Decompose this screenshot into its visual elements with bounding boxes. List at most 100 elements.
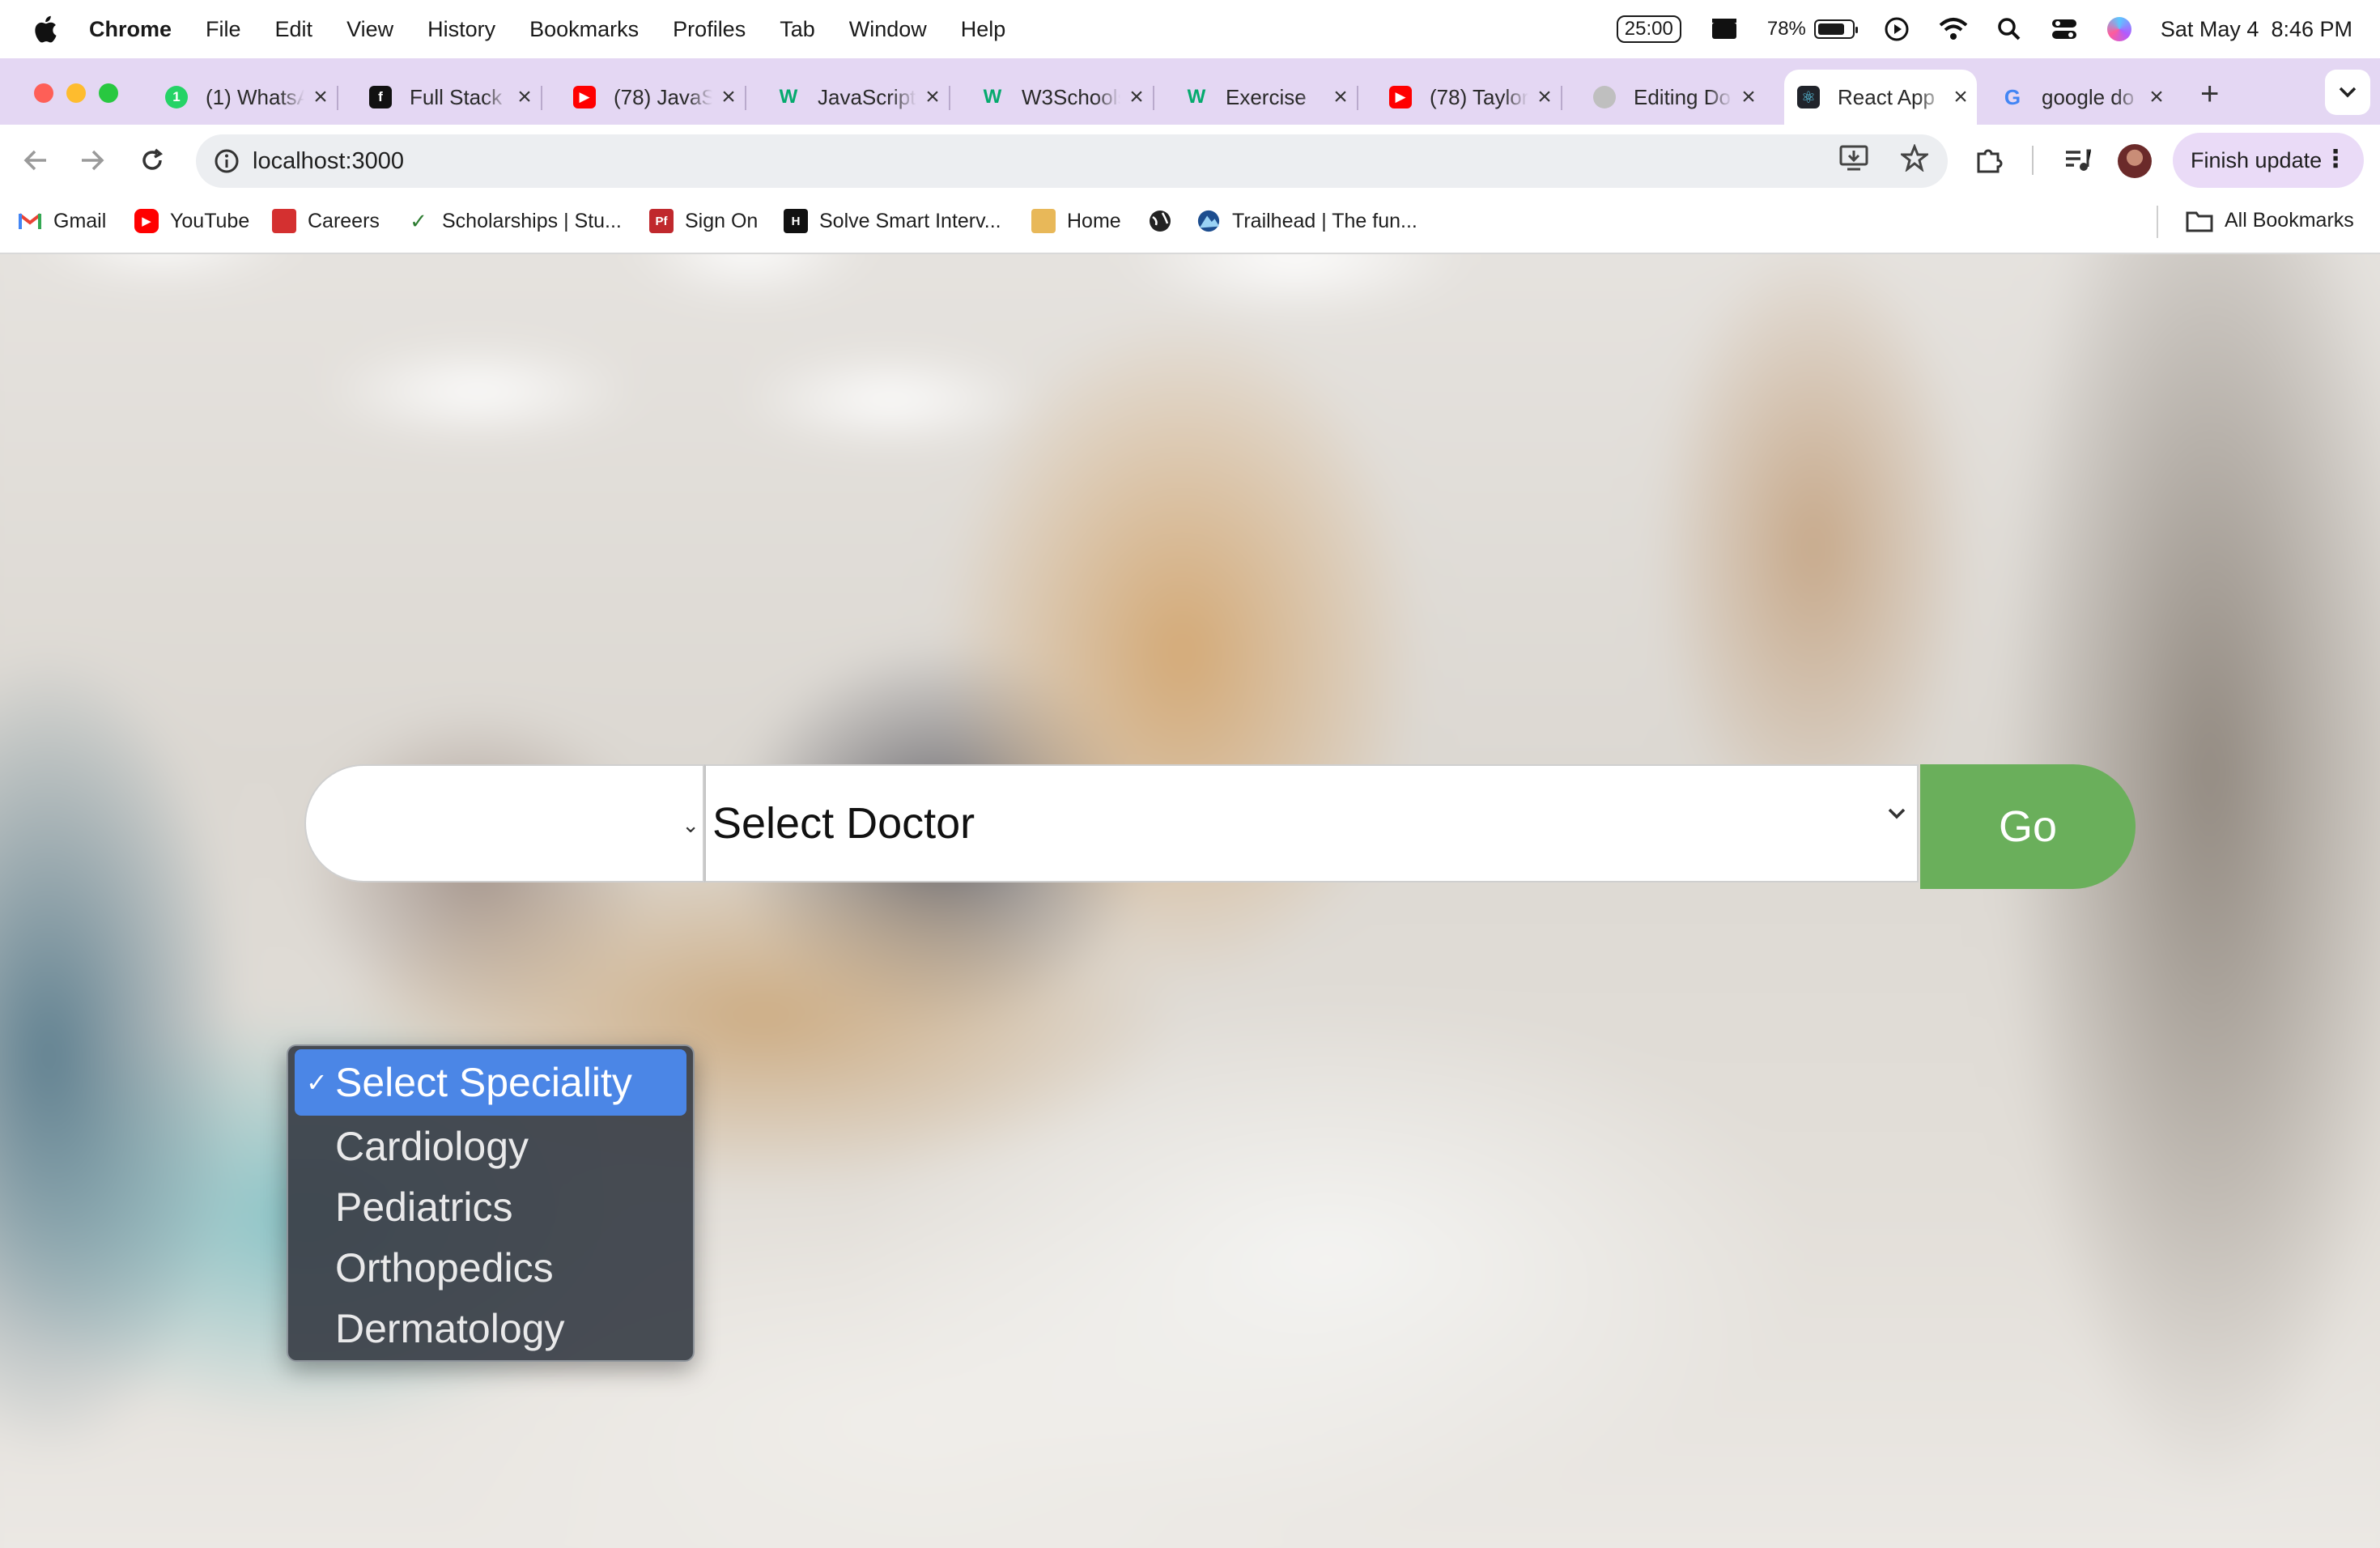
bookmark-star-icon[interactable] — [1901, 144, 1928, 172]
speciality-option-orthopedics[interactable]: Orthopedics — [295, 1237, 686, 1298]
tab-title: Editing Do — [1634, 84, 1731, 109]
bookmark-careers[interactable]: Careers — [272, 209, 380, 233]
tab-close-icon[interactable]: × — [1732, 83, 1765, 111]
site-info-icon[interactable] — [210, 145, 243, 177]
menu-app-name[interactable]: Chrome — [89, 17, 172, 42]
finish-update-button[interactable]: Finish update ⋮ — [2173, 133, 2364, 188]
extensions-icon[interactable] — [1975, 146, 2004, 175]
tab-youtube-javascript[interactable]: ▶ (78) JavaScript × — [560, 70, 746, 125]
youtube-icon: ▶ — [134, 209, 159, 233]
media-controls-icon[interactable] — [2063, 146, 2092, 175]
arrow-left-icon — [23, 150, 46, 171]
speciality-dropdown-menu: ✓ Select Speciality Cardiology Pediatric… — [287, 1044, 695, 1362]
browser-toolbar: localhost:3000 Finish update ⋮ — [0, 125, 2380, 194]
bookmark-globe[interactable] — [1148, 209, 1184, 233]
bookmark-sign-on[interactable]: Pf Sign On — [649, 209, 758, 233]
google-icon: G — [2004, 84, 2021, 109]
tab-search-button[interactable] — [2325, 70, 2370, 115]
all-bookmarks-button[interactable]: All Bookmarks — [2186, 209, 2354, 232]
menu-view[interactable]: View — [346, 17, 393, 42]
tab-close-icon[interactable]: × — [304, 83, 337, 111]
back-button[interactable] — [18, 142, 53, 178]
github-icon — [1593, 86, 1616, 108]
tab-full-stack[interactable]: f Full Stack × — [356, 70, 542, 125]
youtube-icon: ▶ — [573, 86, 596, 108]
tab-close-icon[interactable]: × — [712, 83, 745, 111]
apple-icon[interactable] — [31, 14, 58, 45]
play-icon[interactable] — [1884, 16, 1910, 42]
timer-status[interactable]: 25:00 — [1616, 15, 1681, 43]
wifi-icon[interactable] — [1939, 17, 1968, 41]
interview-icon: H — [784, 209, 808, 233]
forward-button[interactable] — [74, 142, 110, 178]
zoom-window-button[interactable] — [99, 83, 118, 103]
tab-close-icon[interactable]: × — [2140, 83, 2173, 111]
bookmark-youtube[interactable]: ▶ YouTube — [134, 209, 249, 233]
bookmark-solve-smart-interview[interactable]: H Solve Smart Interv... — [784, 209, 1001, 233]
go-button[interactable]: Go — [1920, 764, 2136, 889]
control-center-icon[interactable] — [2051, 17, 2078, 41]
speciality-option-cardiology[interactable]: Cardiology — [295, 1116, 686, 1176]
new-tab-button[interactable]: + — [2200, 76, 2219, 113]
siri-icon[interactable] — [2106, 17, 2131, 41]
tab-react-app[interactable]: ⚛ React App × — [1784, 70, 1977, 125]
speciality-option-select-speciality[interactable]: ✓ Select Speciality — [295, 1049, 686, 1116]
tab-youtube-taylor[interactable]: ▶ (78) Taylor × — [1376, 70, 1562, 125]
tab-github-editing[interactable]: Editing Do × — [1580, 70, 1765, 125]
clapper-icon[interactable] — [1711, 18, 1738, 40]
speciality-option-dermatology[interactable]: Dermatology — [295, 1298, 686, 1359]
arrow-right-icon — [82, 150, 104, 171]
macos-menu-bar: Chrome File Edit View History Bookmarks … — [0, 0, 2380, 58]
tab-title: (78) Taylor — [1430, 84, 1528, 109]
battery-icon — [1813, 19, 1858, 39]
chevron-down-icon — [2339, 87, 2357, 98]
bookmark-gmail[interactable]: Gmail — [18, 209, 106, 233]
menu-history[interactable]: History — [427, 17, 495, 42]
tab-close-icon[interactable]: × — [1944, 83, 1977, 111]
tab-w3schools[interactable]: W W3Schools × — [968, 70, 1154, 125]
bookmark-scholarships[interactable]: ✓ Scholarships | Stu... — [406, 209, 622, 233]
tab-close-icon[interactable]: × — [1120, 83, 1153, 111]
tab-title: Exercise — [1226, 84, 1307, 109]
profile-avatar[interactable] — [2118, 144, 2152, 178]
tab-title: W3Schools — [1022, 84, 1120, 109]
bookmarks-bar: Gmail ▶ YouTube Careers ✓ Scholarships |… — [0, 194, 2380, 254]
bookmark-trailhead[interactable]: Trailhead | The fun... — [1196, 209, 1417, 233]
tab-google-docs[interactable]: G google do × — [1988, 70, 2173, 125]
spotlight-search-icon[interactable] — [1997, 17, 2021, 41]
box-icon — [1031, 209, 1056, 233]
menu-help[interactable]: Help — [961, 17, 1006, 42]
tab-title: React App — [1838, 84, 1935, 109]
more-menu-icon[interactable]: ⋮ — [2323, 146, 2348, 173]
menu-file[interactable]: File — [206, 17, 241, 42]
tab-title: Full Stack — [410, 84, 503, 109]
folder-icon — [2186, 211, 2213, 232]
minimize-window-button[interactable] — [66, 83, 86, 103]
tab-close-icon[interactable]: × — [1324, 83, 1357, 111]
battery-status[interactable]: 78% — [1767, 18, 1858, 40]
tab-close-icon[interactable]: × — [508, 83, 541, 111]
reload-button[interactable] — [134, 142, 170, 178]
finish-update-label: Finish update — [2191, 147, 2323, 172]
menubar-datetime[interactable]: Sat May 4 8:46 PM — [2161, 17, 2352, 42]
tab-w3schools-javascript[interactable]: W JavaScript × — [764, 70, 950, 125]
address-bar[interactable]: localhost:3000 — [196, 134, 1948, 188]
tab-exercise[interactable]: W Exercise × — [1172, 70, 1358, 125]
menu-tab[interactable]: Tab — [780, 17, 815, 42]
menu-bookmarks[interactable]: Bookmarks — [529, 17, 639, 42]
install-app-icon[interactable] — [1839, 144, 1868, 172]
speciality-option-pediatrics[interactable]: Pediatrics — [295, 1176, 686, 1237]
speciality-select[interactable]: ⌄ — [304, 764, 704, 882]
close-window-button[interactable] — [34, 83, 53, 103]
tab-close-icon[interactable]: × — [916, 83, 949, 111]
menu-edit[interactable]: Edit — [275, 17, 313, 42]
react-icon: ⚛ — [1797, 86, 1820, 108]
bookmark-home[interactable]: Home — [1031, 209, 1121, 233]
menu-profiles[interactable]: Profiles — [673, 17, 746, 42]
tab-close-icon[interactable]: × — [1528, 83, 1561, 111]
doctor-select[interactable]: Select Doctor — [704, 764, 1919, 882]
w3schools-icon: W — [779, 86, 798, 108]
checkmark-icon: ✓ — [306, 1068, 328, 1097]
menu-window[interactable]: Window — [849, 17, 927, 42]
tab-whatsapp[interactable]: 1 (1) WhatsApp × — [152, 70, 338, 125]
